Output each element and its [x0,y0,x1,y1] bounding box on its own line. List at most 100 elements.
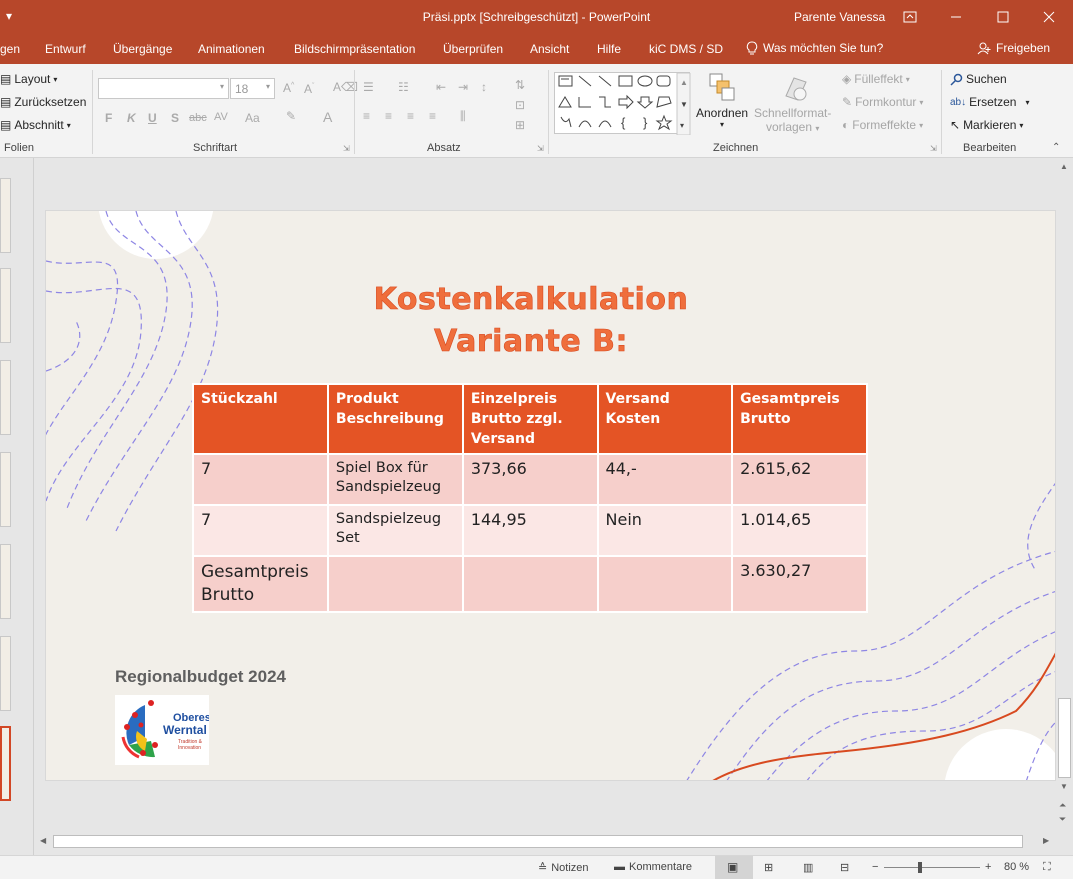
tab-help[interactable]: Hilfe [597,42,621,56]
fit-slide-icon[interactable]: ⛶ [1043,861,1051,874]
numbering-icon[interactable]: ☷ [398,80,409,94]
quick-styles-button[interactable]: Schnellformat- vorlagen ▾ [754,106,831,134]
shape-outline-button[interactable]: ✎ Formkontur ▾ [842,95,923,109]
header-unit-price[interactable]: Einzelpreis Brutto zzgl. Versand [461,383,599,455]
header-shipping[interactable]: Versand Kosten [596,383,734,455]
tab-view[interactable]: Ansicht [530,42,569,56]
zoom-in-icon[interactable]: + [985,861,991,873]
tab-design[interactable]: Entwurf [45,42,86,56]
font-name-input[interactable]: ▾ [98,78,229,99]
cell-empty[interactable] [461,555,599,613]
grow-font-icon[interactable]: A^ [283,81,294,95]
zoom-slider-thumb[interactable] [918,862,922,873]
cell-unit-price[interactable]: 373,66 [461,453,599,506]
user-name[interactable]: Parente Vanessa [794,10,885,24]
tab-slideshow[interactable]: Bildschirmpräsentation [294,42,415,56]
vertical-scroll-thumb[interactable] [1058,698,1071,778]
justify-icon[interactable]: ≡ [429,109,436,123]
text-direction-icon[interactable]: ⇅ [515,78,525,92]
scroll-left-icon[interactable]: ◀ [40,836,46,845]
font-color-button[interactable]: A [323,109,332,125]
align-right-icon[interactable]: ≡ [407,109,414,123]
horizontal-scroll-thumb[interactable] [53,835,1023,848]
zoom-out-icon[interactable]: − [872,861,878,873]
slide-thumbnail[interactable] [0,452,11,527]
increase-indent-icon[interactable]: ⇥ [458,80,468,94]
replace-button[interactable]: ab↓ Ersetzen ▾ [950,95,1030,109]
select-button[interactable]: ↖ Markieren ▾ [950,118,1023,132]
minimize-button[interactable] [938,4,974,30]
shape-fill-button[interactable]: ◈ Fülleffekt ▾ [842,72,910,86]
cell-empty[interactable] [326,555,464,613]
slide-title[interactable]: Kostenkalkulation Variante B: [46,279,1016,363]
smartart-icon[interactable]: ⊞ [515,118,525,132]
paragraph-dialog-launcher-icon[interactable]: ⇲ [537,144,544,153]
drawing-dialog-launcher-icon[interactable]: ⇲ [930,144,937,153]
underline-button[interactable]: U [148,111,157,125]
cell-unit-price[interactable]: 144,95 [461,504,599,557]
share-button[interactable]: Freigeben [977,41,1050,55]
shapes-gallery[interactable]: { } ▲ ▼ ▾ [554,72,691,136]
cell-total[interactable]: 2.615,62 [731,453,868,506]
cell-shipping[interactable]: 44,- [596,453,734,506]
tab-transitions[interactable]: Übergänge [113,42,172,56]
section-button[interactable]: ▤ Abschnitt ▾ [0,118,71,132]
italic-button[interactable]: K [127,111,136,125]
scroll-up-icon[interactable]: ▲ [1060,162,1068,171]
normal-view-button[interactable]: ▣ [715,856,753,879]
shrink-font-icon[interactable]: Aˇ [304,82,314,96]
zoom-level[interactable]: 80 % [1004,861,1029,873]
cell-shipping[interactable]: Nein [596,504,734,557]
tab-start[interactable]: gen [0,42,20,56]
previous-slide-icon[interactable]: ⏶ [1059,800,1066,811]
align-center-icon[interactable]: ≡ [385,109,392,123]
slide-thumbnail[interactable] [0,268,11,343]
strikethrough-button[interactable]: abc [189,112,207,124]
arrange-button[interactable]: Anordnen ▾ [696,106,748,129]
vertical-scrollbar[interactable]: ▲ ▼ [1056,158,1073,798]
slide-thumbnail[interactable] [0,360,11,435]
cell-quantity[interactable]: 7 [192,453,329,506]
tell-me-box[interactable]: Was möchten Sie tun? [746,41,883,55]
shape-effects-button[interactable]: ◐ Formeffekte ▾ [842,118,923,132]
notes-button[interactable]: ≙ Notizen [538,861,589,875]
comments-button[interactable]: ▬ Kommentare [614,861,692,873]
slide-sorter-icon[interactable]: ⊞ [764,861,773,874]
cell-description[interactable]: Spiel Box für Sandspielzeug [326,453,464,506]
align-text-icon[interactable]: ⊡ [515,98,525,112]
reset-button[interactable]: ▤ Zurücksetzen [0,95,86,109]
footer-text[interactable]: Regionalbudget 2024 [115,667,286,687]
maximize-button[interactable] [985,4,1021,30]
find-button[interactable]: Suchen [950,72,1007,86]
highlight-icon[interactable]: ✎ [286,109,296,123]
close-button[interactable] [1031,4,1067,30]
tab-dms[interactable]: kiC DMS / SD [649,42,723,56]
cost-table[interactable]: Stückzahl Produkt Beschreibung Einzelprei… [192,383,868,613]
header-description[interactable]: Produkt Beschreibung [326,383,464,455]
change-case-button[interactable]: Aa [245,111,260,125]
header-total[interactable]: Gesamtpreis Brutto [731,383,868,455]
tab-animations[interactable]: Animationen [198,42,265,56]
slide-thumbnail[interactable] [0,544,11,619]
cell-description[interactable]: Sandspielzeug Set [326,504,464,557]
cell-sum-total[interactable]: 3.630,27 [731,555,868,613]
scroll-right-icon[interactable]: ▶ [1043,836,1049,845]
reading-view-icon[interactable]: ▥ [803,861,813,874]
slide-thumbnail-active[interactable] [0,726,11,801]
font-dialog-launcher-icon[interactable]: ⇲ [343,144,350,153]
collapse-ribbon-icon[interactable]: ⌃ [1052,142,1060,153]
slide-canvas[interactable]: Kostenkalkulation Variante B: Stückzahl … [45,210,1056,781]
header-quantity[interactable]: Stückzahl [192,383,329,455]
ribbon-display-options-icon[interactable] [892,4,928,30]
slideshow-icon[interactable]: ⊟ [840,861,849,874]
cell-empty[interactable] [596,555,734,613]
horizontal-scrollbar[interactable]: ◀ ▶ [37,833,1056,850]
zoom-slider-track[interactable] [884,867,980,868]
slide-thumbnail[interactable] [0,636,11,711]
columns-icon[interactable]: ⫼ [460,109,466,124]
layout-button[interactable]: ▤ Layout ▾ [0,72,57,86]
bold-button[interactable]: F [105,111,112,125]
slide-thumbnail[interactable] [0,178,11,253]
align-left-icon[interactable]: ≡ [363,109,370,123]
tab-review[interactable]: Überprüfen [443,42,503,56]
